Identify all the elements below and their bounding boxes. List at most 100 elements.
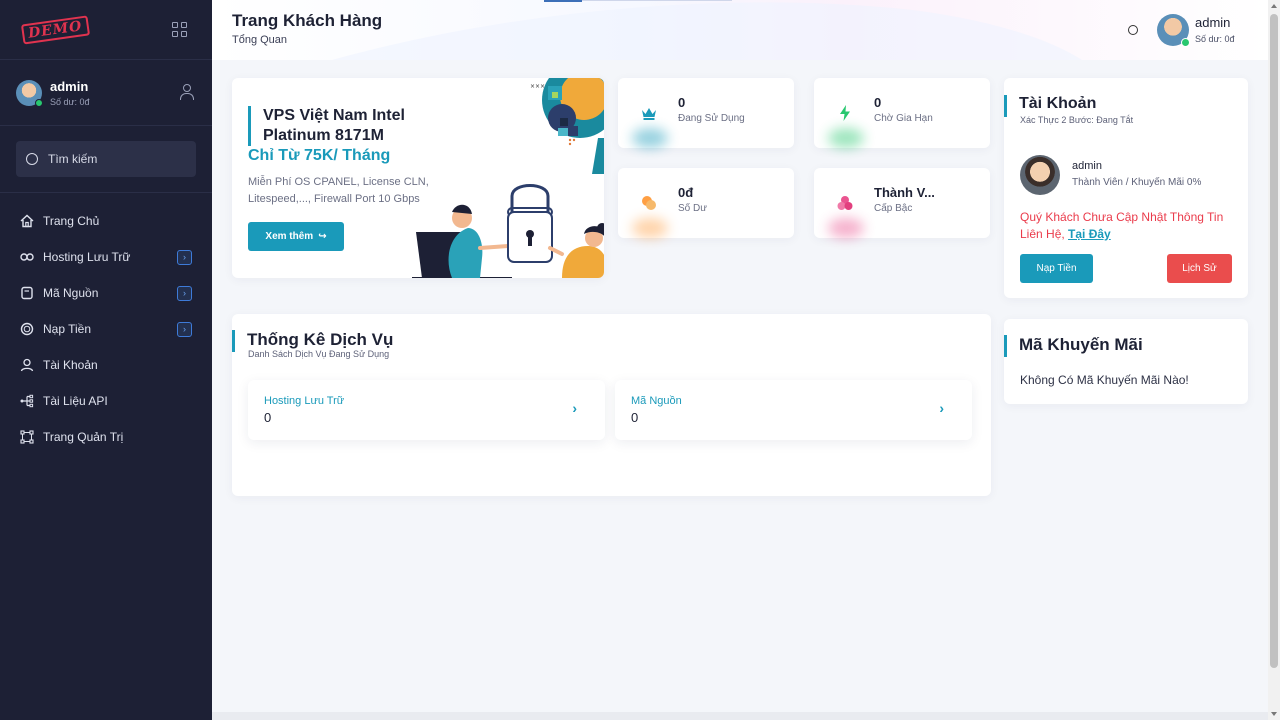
stat-card-balance[interactable]: 0đ Số Dư bbox=[618, 168, 794, 238]
sidebar-item-label: Mã Nguồn bbox=[43, 286, 99, 300]
sidebar-item-label: Hosting Lưu Trữ bbox=[43, 250, 131, 264]
promo-banner: VPS Việt Nam Intel Platinum 8171M Chỉ Từ… bbox=[232, 78, 604, 278]
stat-card-in-use[interactable]: 0 Đang Sử Dụng bbox=[618, 78, 794, 148]
login-arrow-icon: ↪ bbox=[318, 231, 327, 242]
online-status-icon bbox=[1181, 38, 1190, 47]
account-avatar bbox=[1020, 155, 1060, 195]
account-title-wrap: Tài Khoản bbox=[1004, 95, 1096, 117]
sidebar-item-home[interactable]: Trang Chủ bbox=[0, 203, 212, 239]
user-icon bbox=[20, 358, 34, 372]
grid-menu-icon[interactable] bbox=[172, 21, 188, 38]
sidebar-item-api-docs[interactable]: Tài Liệu API bbox=[0, 383, 212, 419]
online-status-icon bbox=[35, 98, 43, 107]
sidebar-item-admin[interactable]: Trang Quản Trị bbox=[0, 419, 212, 455]
stat-label: Đang Sử Dụng bbox=[678, 113, 745, 124]
bolt-icon bbox=[834, 102, 856, 124]
promo-code-card: Mã Khuyến Mãi Không Có Mã Khuyến Mãi Nào… bbox=[1004, 319, 1248, 404]
chevron-right-icon[interactable]: › bbox=[177, 249, 192, 265]
service-stats-card: Thống Kê Dịch Vụ Danh Sách Dịch Vụ Đang … bbox=[232, 314, 991, 496]
user-profile-icon[interactable] bbox=[180, 84, 194, 100]
service-item-source-code[interactable]: Mã Nguồn 0 › bbox=[615, 380, 972, 440]
search-input[interactable]: Tìm kiếm bbox=[16, 141, 196, 177]
avatar bbox=[16, 79, 43, 107]
icon-glow bbox=[632, 218, 668, 238]
sidebar: DEMO admin Số dư: 0đ Tìm kiếm Trang Chủ … bbox=[0, 0, 212, 720]
header-active-tab-indicator bbox=[544, 0, 582, 2]
home-icon bbox=[20, 214, 34, 228]
sidebar-user[interactable]: admin Số dư: 0đ bbox=[0, 60, 212, 126]
theme-toggle-icon[interactable] bbox=[1128, 25, 1138, 35]
divider bbox=[0, 192, 212, 193]
sidebar-user-balance: Số dư: 0đ bbox=[50, 96, 90, 107]
promo-code-title: Mã Khuyến Mãi bbox=[1019, 335, 1143, 354]
icon-glow bbox=[828, 128, 864, 148]
icon-glow bbox=[632, 128, 668, 148]
sidebar-item-label: Tài Khoản bbox=[43, 358, 98, 372]
api-icon bbox=[20, 394, 34, 408]
header-user-balance: Số dư: 0đ bbox=[1195, 34, 1235, 44]
stat-value: 0 bbox=[874, 95, 882, 110]
promo-code-empty-text: Không Có Mã Khuyến Mãi Nào! bbox=[1020, 373, 1189, 387]
file-icon bbox=[20, 286, 34, 300]
scrollbar-thumb[interactable] bbox=[1270, 14, 1278, 668]
search-label: Tìm kiếm bbox=[48, 152, 98, 166]
sidebar-item-account[interactable]: Tài Khoản bbox=[0, 347, 212, 383]
scroll-up-icon[interactable] bbox=[1271, 4, 1277, 8]
stat-value: 0đ bbox=[678, 185, 694, 200]
page-title: Trang Khách Hàng bbox=[232, 11, 383, 30]
header-avatar[interactable] bbox=[1157, 14, 1190, 47]
breadcrumb: Tổng Quan bbox=[232, 34, 288, 46]
service-item-hosting[interactable]: Hosting Lưu Trữ 0 › bbox=[248, 380, 605, 440]
sidebar-item-hosting[interactable]: Hosting Lưu Trữ › bbox=[0, 239, 212, 275]
sidebar-item-label: Nạp Tiền bbox=[43, 322, 92, 336]
service-stats-subtitle: Danh Sách Dịch Vụ Đang Sử Dụng bbox=[248, 349, 390, 359]
coin-icon bbox=[20, 322, 34, 336]
update-contact-link[interactable]: Tại Đây bbox=[1068, 227, 1111, 241]
scroll-down-icon[interactable] bbox=[1271, 712, 1277, 716]
chevron-right-icon[interactable]: › bbox=[939, 400, 944, 416]
sidebar-item-deposit[interactable]: Nạp Tiền › bbox=[0, 311, 212, 347]
search-icon bbox=[26, 153, 38, 165]
stat-card-rank[interactable]: Thành V... Cấp Bậc bbox=[814, 168, 990, 238]
deposit-button[interactable]: Nạp Tiền bbox=[1020, 254, 1093, 283]
chevron-right-icon[interactable]: › bbox=[572, 400, 577, 416]
service-stats-title: Thống Kê Dịch Vụ bbox=[247, 330, 394, 349]
chevron-right-icon[interactable]: › bbox=[177, 321, 192, 337]
header-user-name[interactable]: admin bbox=[1195, 15, 1230, 30]
service-name: Hosting Lưu Trữ bbox=[264, 395, 345, 407]
see-more-label: Xem thêm bbox=[265, 231, 314, 242]
sidebar-item-source-code[interactable]: Mã Nguồn › bbox=[0, 275, 212, 311]
crown-icon bbox=[638, 102, 660, 124]
stat-label: Số Dư bbox=[678, 203, 707, 214]
chevron-right-icon[interactable]: › bbox=[177, 285, 192, 301]
service-count: 0 bbox=[264, 410, 272, 425]
two-factor-status: Xác Thực 2 Bước: Đang Tắt bbox=[1020, 115, 1134, 125]
sidebar-item-label: Trang Chủ bbox=[43, 214, 100, 228]
stat-value: Thành V... bbox=[874, 185, 935, 200]
account-card: Tài Khoản Xác Thực 2 Bước: Đang Tắt admi… bbox=[1004, 78, 1248, 298]
stat-label: Chờ Gia Hạn bbox=[874, 113, 933, 124]
demo-logo[interactable]: DEMO bbox=[20, 14, 90, 45]
stat-value: 0 bbox=[678, 95, 686, 110]
horizontal-scroll-track bbox=[212, 712, 1268, 720]
icon-glow bbox=[828, 218, 864, 238]
service-name: Mã Nguồn bbox=[631, 395, 682, 407]
promo-price: Chỉ Từ 75K/ Tháng bbox=[248, 147, 391, 164]
account-title: Tài Khoản bbox=[1019, 95, 1097, 112]
header-tab-line bbox=[582, 0, 732, 1]
promo-code-title-wrap: Mã Khuyến Mãi bbox=[1004, 335, 1143, 357]
stat-label: Cấp Bậc bbox=[874, 203, 913, 214]
security-illustration: ××× bbox=[412, 78, 604, 278]
stat-card-pending-renewal[interactable]: 0 Chờ Gia Hạn bbox=[814, 78, 990, 148]
service-count: 0 bbox=[631, 410, 639, 425]
admin-icon bbox=[20, 430, 34, 444]
coins-icon bbox=[638, 192, 660, 214]
vertical-scrollbar[interactable] bbox=[1268, 0, 1280, 720]
sidebar-header: DEMO bbox=[0, 0, 212, 60]
sidebar-item-label: Tài Liệu API bbox=[43, 394, 108, 408]
sidebar-user-name: admin bbox=[50, 78, 89, 94]
account-membership: Thành Viên / Khuyến Mãi 0% bbox=[1072, 177, 1202, 188]
history-button[interactable]: Lịch Sử bbox=[1167, 254, 1232, 283]
rank-icon bbox=[834, 192, 856, 214]
see-more-button[interactable]: Xem thêm ↪ bbox=[248, 222, 344, 251]
